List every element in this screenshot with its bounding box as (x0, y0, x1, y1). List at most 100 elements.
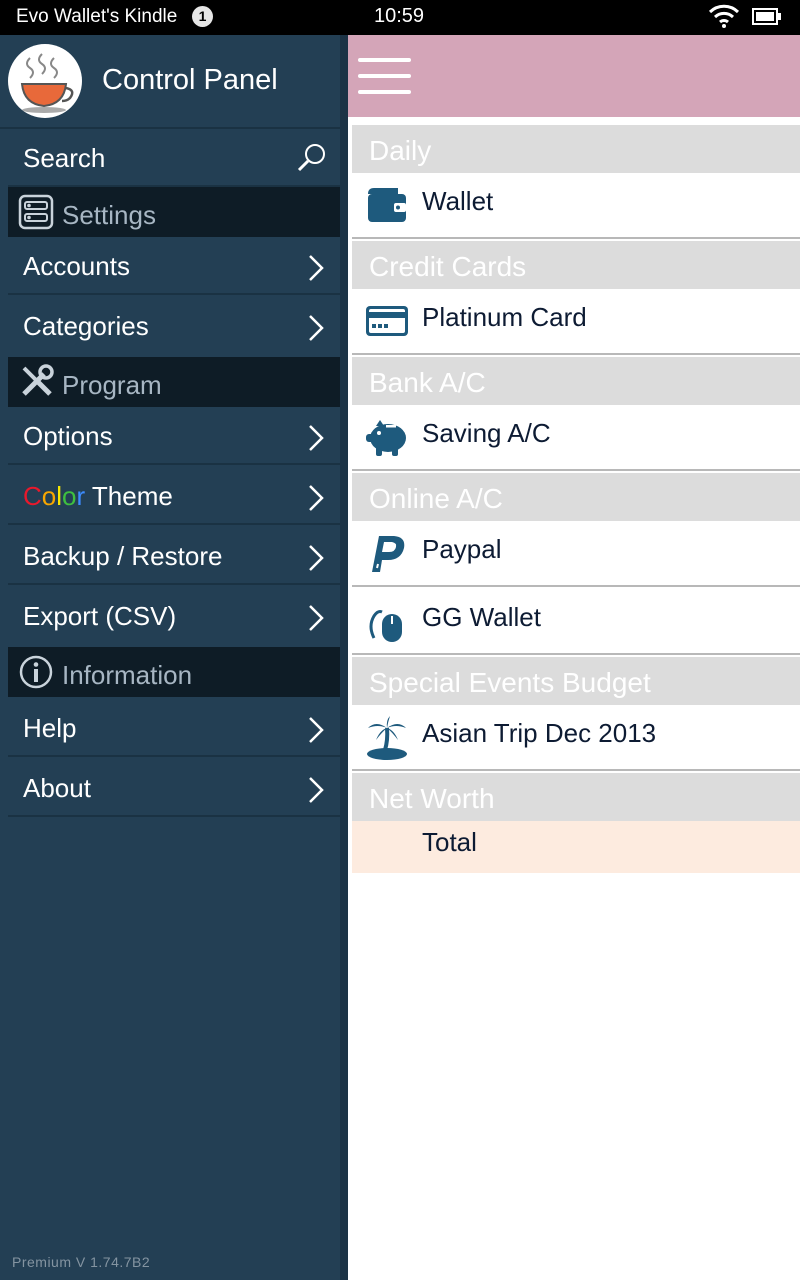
section-label: Settings (62, 200, 156, 230)
search-label: Search (23, 143, 106, 173)
item-label: Options (23, 421, 113, 451)
group-header-credit-cards: Credit Cards (352, 241, 800, 289)
account-row[interactable]: Asian Trip Dec 2013 (352, 705, 800, 771)
group-header-net-worth: Net Worth (352, 773, 800, 821)
status-bar: Evo Wallet's Kindle 1 10:59 (0, 0, 800, 35)
color-letter: r (76, 481, 86, 511)
drawer-item-categories[interactable]: Categories (8, 297, 340, 355)
color-letter: o (41, 481, 57, 511)
item-label: Backup / Restore (23, 541, 223, 571)
chevron-right-icon (308, 254, 324, 287)
battery-icon (752, 8, 782, 31)
section-program: Program (8, 357, 340, 407)
account-name: Asian Trip Dec 2013 (422, 718, 657, 748)
piggy-bank-icon (364, 414, 410, 465)
item-label: About (23, 773, 91, 803)
chevron-right-icon (308, 776, 324, 809)
divider (8, 463, 340, 465)
divider (352, 353, 800, 355)
group-title: Daily (369, 135, 432, 166)
section-settings: Settings (8, 187, 340, 237)
chevron-right-icon (308, 424, 324, 457)
chevron-right-icon (308, 314, 324, 347)
item-label: Accounts (23, 251, 130, 281)
search-item[interactable]: Search (8, 129, 340, 187)
divider (8, 583, 340, 585)
group-header-online: Online A/C (352, 473, 800, 521)
section-information: Information (8, 647, 340, 697)
settings-icon (18, 194, 54, 235)
drawer-edge (340, 35, 348, 1280)
divider (352, 237, 800, 239)
total-row[interactable]: Total (352, 821, 800, 873)
drawer-title: Control Panel (102, 64, 278, 96)
account-name: Wallet (422, 186, 494, 216)
account-row[interactable]: Platinum Card (352, 289, 800, 355)
divider (8, 815, 340, 817)
group-header-daily: Daily (352, 125, 800, 173)
divider (352, 585, 800, 587)
navigation-drawer: Control Panel Search Settings Accounts C… (0, 35, 340, 1280)
paypal-icon (364, 530, 410, 581)
item-label: Help (23, 713, 77, 743)
divider (352, 653, 800, 655)
notification-badge[interactable]: 1 (192, 6, 213, 27)
account-row[interactable]: Wallet (352, 173, 800, 239)
account-name: Paypal (422, 534, 502, 564)
search-icon (296, 142, 328, 179)
drawer-item-color-theme[interactable]: Color Theme (8, 467, 340, 525)
section-label: Information (62, 660, 193, 690)
info-icon (18, 654, 54, 695)
version-label: Premium V 1.74.7B2 (12, 1254, 151, 1270)
device-name: Evo Wallet's Kindle (16, 6, 178, 27)
drawer-item-about[interactable]: About (8, 759, 340, 817)
account-name: Saving A/C (422, 418, 551, 448)
clock: 10:59 (374, 5, 425, 27)
drawer-item-accounts[interactable]: Accounts (8, 237, 340, 295)
drawer-item-backup-restore[interactable]: Backup / Restore (8, 527, 340, 585)
total-label: Total (422, 827, 477, 857)
group-title: Special Events Budget (369, 667, 651, 698)
section-label: Program (62, 370, 162, 400)
account-row[interactable]: GG Wallet (352, 589, 800, 655)
item-label: Color Theme (23, 481, 173, 512)
credit-card-icon (364, 298, 410, 349)
drawer-item-help[interactable]: Help (8, 699, 340, 757)
chevron-right-icon (308, 484, 324, 517)
color-letter: C (23, 481, 42, 511)
group-header-bank: Bank A/C (352, 357, 800, 405)
group-title: Bank A/C (369, 367, 486, 398)
app-bar (348, 35, 800, 117)
color-letter: o (62, 481, 77, 511)
drawer-header: Control Panel (0, 35, 340, 127)
divider (352, 469, 800, 471)
account-row[interactable]: Saving A/C (352, 405, 800, 471)
divider (8, 755, 340, 757)
chevron-right-icon (308, 604, 324, 637)
divider (352, 769, 800, 771)
chevron-right-icon (308, 544, 324, 577)
hamburger-menu-icon[interactable] (358, 58, 412, 103)
item-label: Export (CSV) (23, 601, 177, 631)
divider (8, 523, 340, 525)
wifi-icon (708, 4, 740, 33)
drawer-item-export-csv[interactable]: Export (CSV) (8, 587, 340, 645)
group-title: Online A/C (369, 483, 503, 514)
group-title: Net Worth (369, 783, 495, 814)
group-title: Credit Cards (369, 251, 527, 282)
wallet-icon (364, 182, 410, 233)
account-row[interactable]: Paypal (352, 521, 800, 587)
drawer-item-options[interactable]: Options (8, 407, 340, 465)
divider (8, 293, 340, 295)
accounts-list: Daily Wallet Credit Cards Platinum Card … (348, 117, 800, 1280)
item-label: Categories (23, 311, 149, 341)
account-name: GG Wallet (422, 602, 541, 632)
account-name: Platinum Card (422, 302, 587, 332)
island-icon (364, 714, 410, 765)
tools-icon (18, 364, 54, 405)
chevron-right-icon (308, 716, 324, 749)
theme-word: Theme (85, 481, 173, 511)
group-header-special-events: Special Events Budget (352, 657, 800, 705)
mouse-icon (364, 598, 410, 649)
app-logo (8, 44, 82, 118)
